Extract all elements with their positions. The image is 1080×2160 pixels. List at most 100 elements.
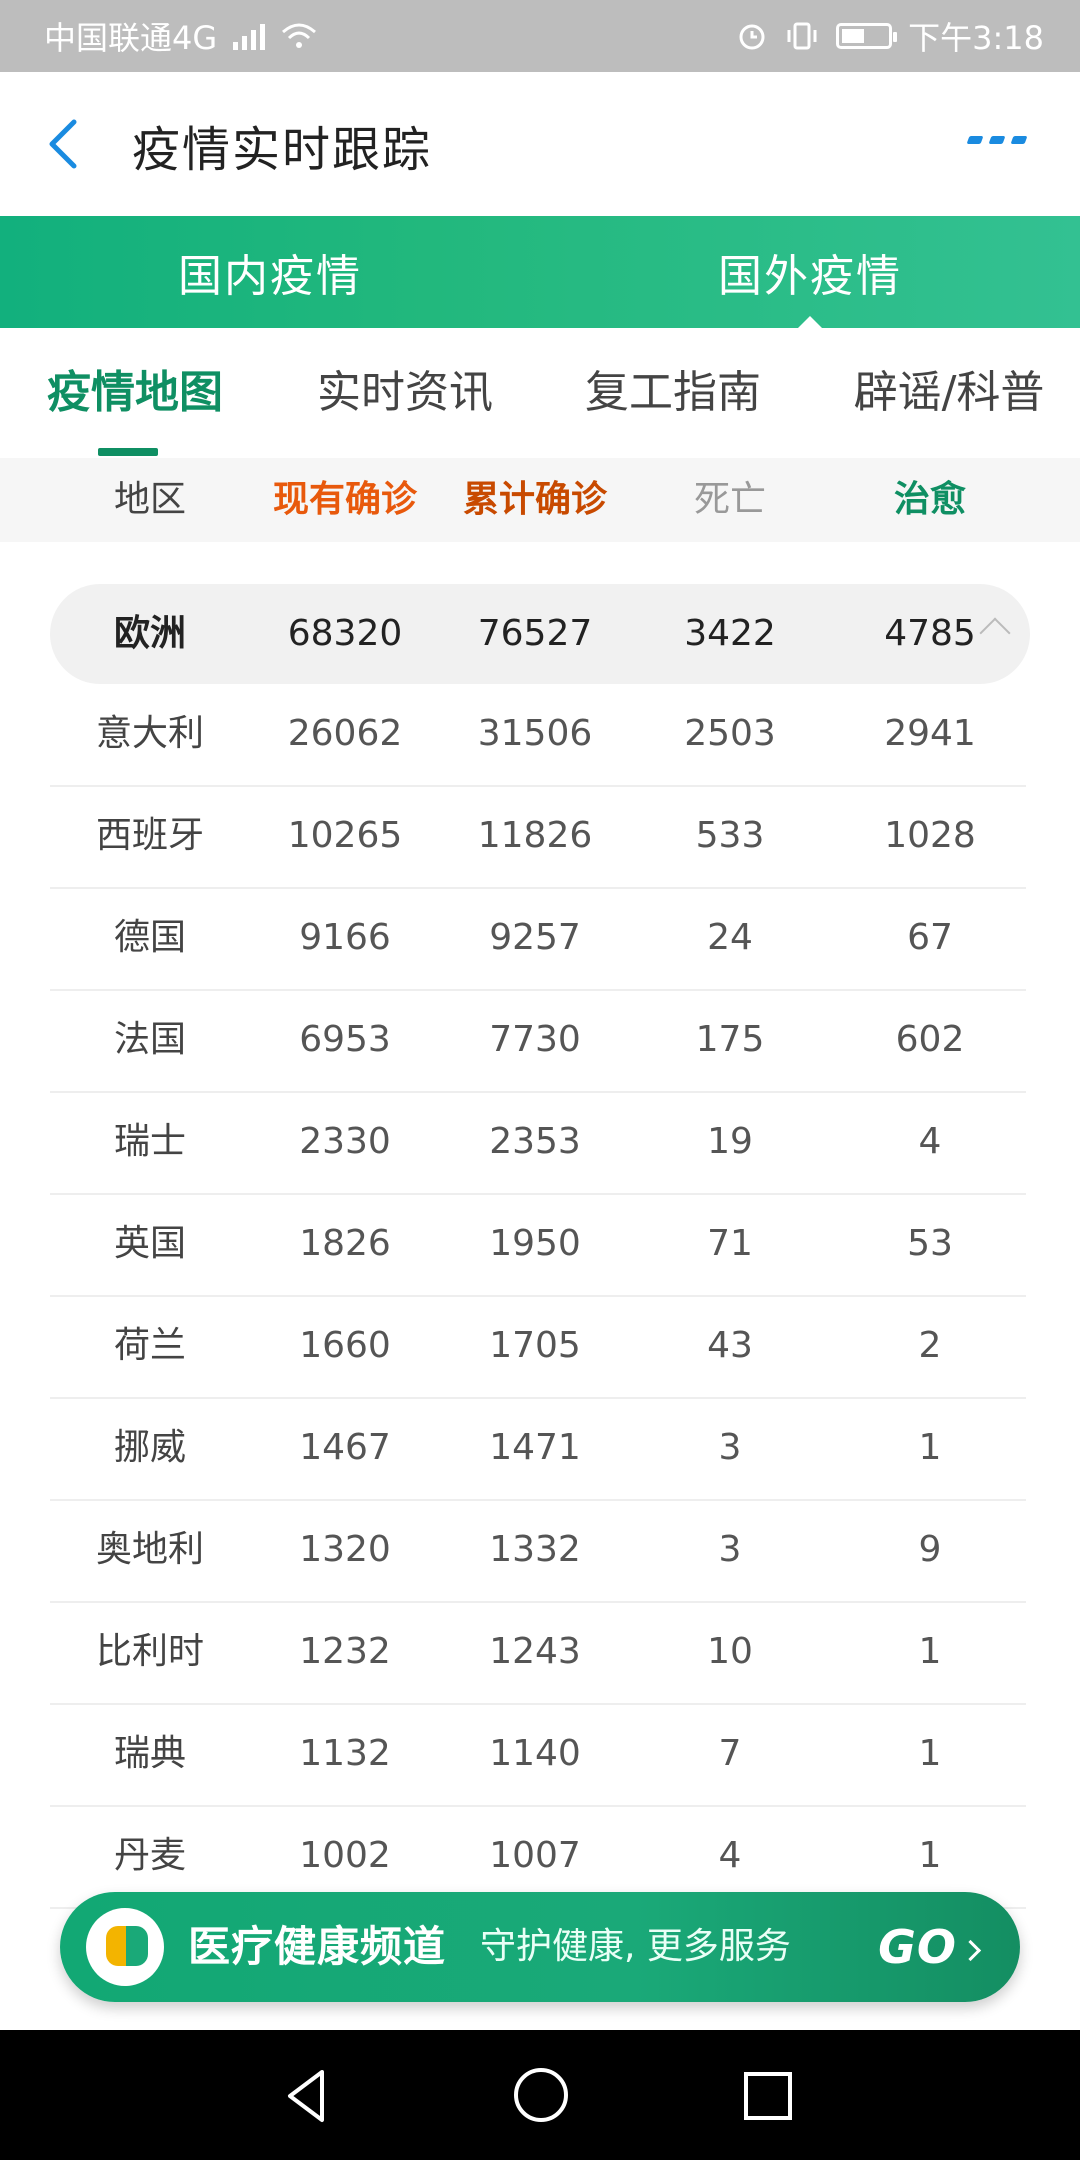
chevron-right-icon (959, 1939, 982, 1962)
row-total: 31506 (477, 713, 593, 754)
column-current[interactable]: 现有确诊 (250, 458, 440, 542)
row-deaths: 4 (718, 1835, 742, 1876)
row-current: 1660 (299, 1325, 391, 1366)
row-total: 7730 (489, 1019, 581, 1060)
row-total: 9257 (489, 917, 581, 958)
table-row[interactable]: 瑞士 2330 2353 19 4 (50, 1092, 1026, 1195)
row-region: 荷兰 (113, 1325, 186, 1366)
row-current: 6953 (299, 1019, 391, 1060)
row-deaths: 3 (718, 1427, 742, 1468)
row-current: 1320 (299, 1529, 391, 1570)
table-row[interactable]: 挪威 1467 1471 3 1 (50, 1398, 1026, 1501)
row-total: 11826 (477, 815, 593, 856)
health-channel-banner[interactable]: 医疗健康频道 守护健康, 更多服务 GO (60, 1892, 1020, 2002)
column-cured[interactable]: 治愈 (830, 458, 1030, 542)
row-cured: 53 (907, 1223, 953, 1264)
row-cured: 9 (918, 1529, 942, 1570)
row-total: 1332 (489, 1529, 581, 1570)
nav-recent-apps-icon[interactable] (744, 2072, 792, 2120)
row-deaths: 7 (718, 1733, 742, 1774)
page-title: 疫情实时跟踪 (132, 122, 433, 178)
row-deaths: 24 (707, 917, 753, 958)
row-deaths: 533 (695, 815, 765, 856)
subtab-label: 疫情地图 (47, 367, 223, 418)
row-total: 1705 (489, 1325, 581, 1366)
go-button[interactable]: GO (878, 1892, 982, 2002)
subtab-map[interactable]: 疫情地图 (40, 328, 230, 456)
table-row[interactable]: 西班牙 10265 11826 533 1028 (50, 786, 1026, 889)
vibrate-icon (784, 20, 820, 52)
row-deaths: 71 (707, 1223, 753, 1264)
clock: 下午3:18 (908, 19, 1044, 57)
subtab-label: 实时资讯 (317, 367, 493, 418)
row-current: 9166 (299, 917, 391, 958)
row-cured: 1028 (884, 815, 976, 856)
row-current: 1132 (299, 1733, 391, 1774)
row-current: 1826 (299, 1223, 391, 1264)
wifi-icon (281, 22, 317, 50)
group-total: 76527 (477, 613, 593, 654)
table-row[interactable]: 奥地利 1320 1332 3 9 (50, 1500, 1026, 1603)
subtab-news[interactable]: 实时资讯 (310, 328, 500, 448)
health-logo-icon (86, 1908, 164, 1986)
column-total[interactable]: 累计确诊 (440, 458, 630, 542)
group-current: 68320 (287, 613, 403, 654)
row-cured: 4 (918, 1121, 942, 1162)
row-cured: 2941 (884, 713, 976, 754)
status-bar: 中国联通4G 下午3:18 (0, 0, 1080, 72)
row-total: 1007 (489, 1835, 581, 1876)
table-row[interactable]: 德国 9166 9257 24 67 (50, 888, 1026, 991)
row-region: 法国 (113, 1019, 186, 1060)
row-total: 1950 (489, 1223, 581, 1264)
subtab-label: 辟谣/科普 (853, 367, 1045, 418)
table-row[interactable]: 英国 1826 1950 71 53 (50, 1194, 1026, 1297)
row-cured: 2 (918, 1325, 942, 1366)
row-region: 奥地利 (95, 1529, 204, 1570)
row-region: 瑞典 (113, 1733, 186, 1774)
table-row[interactable]: 荷兰 1660 1705 43 2 (50, 1296, 1026, 1399)
row-current: 1232 (299, 1631, 391, 1672)
row-cured: 1 (918, 1427, 942, 1468)
row-total: 2353 (489, 1121, 581, 1162)
row-deaths: 10 (707, 1631, 753, 1672)
table-row[interactable]: 瑞典 1132 1140 7 1 (50, 1704, 1026, 1807)
row-current: 2330 (299, 1121, 391, 1162)
row-current: 10265 (287, 815, 403, 856)
row-deaths: 175 (695, 1019, 765, 1060)
row-current: 26062 (287, 713, 403, 754)
more-options-icon[interactable] (966, 136, 1028, 144)
nav-back-icon[interactable] (282, 2066, 330, 2126)
sub-tabs: 疫情地图 实时资讯 复工指南 辟谣/科普 (0, 328, 1080, 458)
row-cured: 1 (918, 1835, 942, 1876)
alarm-icon (736, 20, 768, 52)
column-region: 地区 (113, 479, 186, 520)
back-arrow-icon[interactable] (44, 118, 80, 170)
row-total: 1471 (489, 1427, 581, 1468)
subtab-rumor-science[interactable]: 辟谣/科普 (836, 328, 1062, 448)
row-region: 瑞士 (113, 1121, 186, 1162)
group-region: 欧洲 (113, 613, 186, 654)
row-deaths: 3 (718, 1529, 742, 1570)
group-deaths: 3422 (684, 613, 776, 654)
subtab-work-guide[interactable]: 复工指南 (578, 328, 768, 448)
row-deaths: 19 (707, 1121, 753, 1162)
row-region: 挪威 (113, 1427, 186, 1468)
row-cured: 602 (895, 1019, 965, 1060)
row-deaths: 43 (707, 1325, 753, 1366)
table-row[interactable]: 比利时 1232 1243 10 1 (50, 1602, 1026, 1705)
table-row[interactable]: 法国 6953 7730 175 602 (50, 990, 1026, 1093)
continent-row-europe[interactable]: 欧洲 68320 76527 3422 4785 (50, 584, 1030, 684)
row-cured: 1 (918, 1733, 942, 1774)
column-deaths[interactable]: 死亡 (630, 458, 830, 542)
table-row[interactable]: 意大利 26062 31506 2503 2941 (50, 684, 1026, 787)
tab-overseas[interactable]: 国外疫情 (540, 216, 1080, 328)
row-total: 1243 (489, 1631, 581, 1672)
row-region: 意大利 (95, 713, 204, 754)
row-region: 德国 (113, 917, 186, 958)
row-region: 比利时 (95, 1631, 204, 1672)
tab-domestic[interactable]: 国内疫情 (0, 216, 540, 328)
nav-home-icon[interactable] (514, 2068, 568, 2122)
banner-subtitle: 守护健康, 更多服务 (480, 1926, 791, 1967)
row-cured: 67 (907, 917, 953, 958)
row-region: 西班牙 (95, 815, 204, 856)
